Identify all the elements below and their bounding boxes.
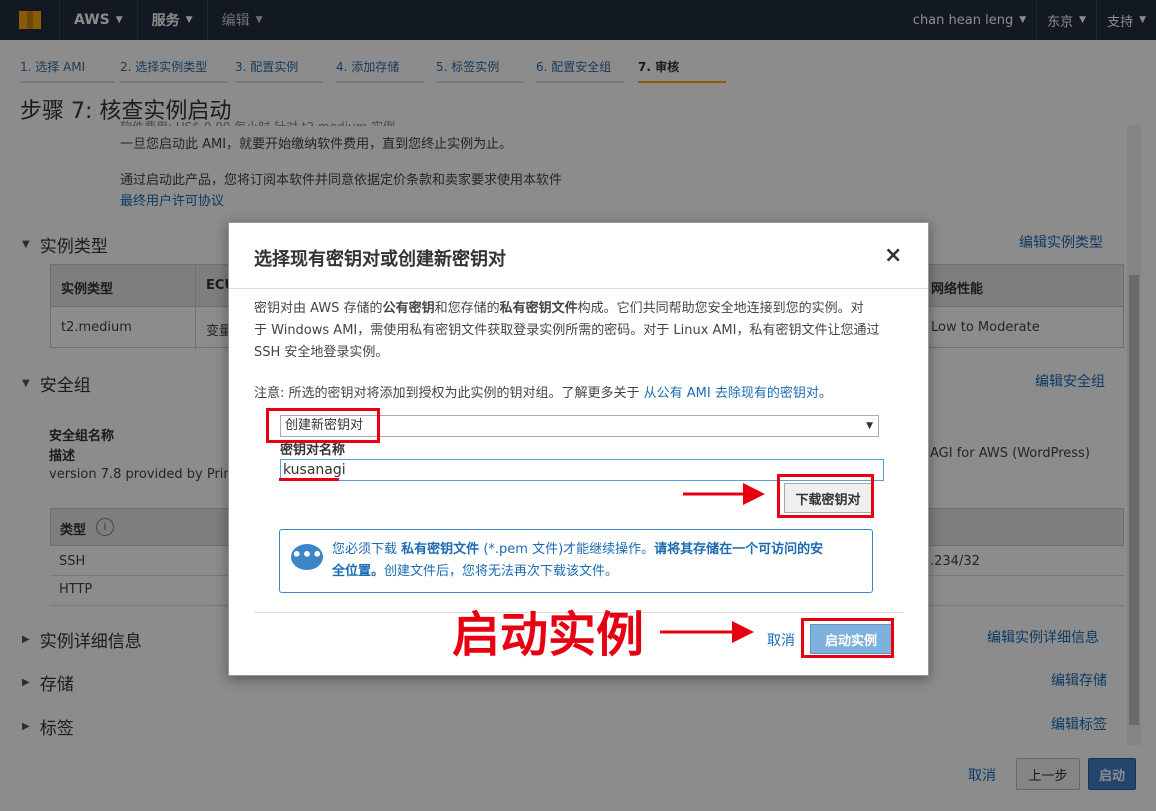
remove-keypair-link[interactable]: 从公有 AMI 去除现有的密钥对 <box>644 386 819 401</box>
info-segment: 全位置。 <box>332 564 385 579</box>
desc-text: 构成。它们共同帮助您安全地连接到您的实例。对 <box>577 301 864 316</box>
modal-description-line-2: 于 Windows AMI，需使用私有密钥文件获取登录实例所需的密码。对于 Li… <box>254 323 880 338</box>
modal-description-line-3: SSH 安全地登录实例。 <box>254 345 389 360</box>
modal-cancel-link[interactable]: 取消 <box>767 630 795 650</box>
chevron-down-icon: ▼ <box>866 421 873 431</box>
desc-private-key-file: 私有密钥文件 <box>499 301 578 316</box>
modal-note: 注意: 所选的密钥对将添加到授权为此实例的钥对组。了解更多关于 从公有 AMI … <box>254 383 832 405</box>
annotation-box-download <box>777 474 874 518</box>
info-segment: 私有密钥文件 <box>401 542 480 557</box>
info-line-2: 全位置。创建文件后，您将无法再次下载该文件。 <box>332 561 823 583</box>
arrow-right-icon <box>660 621 754 643</box>
info-segment: (*.pem 文件)才能继续操作。 <box>483 542 655 557</box>
info-text: 您必须下载 私有密钥文件 (*.pem 文件)才能继续操作。请将其存储在一个可访… <box>332 539 823 583</box>
desc-public-key: 公有密钥 <box>382 301 435 316</box>
note-end: 。 <box>818 386 832 401</box>
modal-title: 选择现有密钥对或创建新密钥对 <box>254 249 506 270</box>
info-segment: 创建文件后，您将无法再次下载该文件。 <box>384 564 619 579</box>
desc-text: 和您存储的 <box>434 301 500 316</box>
chat-bubble-icon: ••• <box>291 544 323 570</box>
annotation-label: 启动实例 <box>452 607 645 663</box>
info-alert: ••• 您必须下载 私有密钥文件 (*.pem 文件)才能继续操作。请将其存储在… <box>279 529 873 593</box>
modal-header: 选择现有密钥对或创建新密钥对 × <box>229 223 928 289</box>
desc-text: 密钥对由 AWS 存储的 <box>254 301 383 316</box>
info-line-1: 您必须下载 私有密钥文件 (*.pem 文件)才能继续操作。请将其存储在一个可访… <box>332 539 823 561</box>
annotation-box-select <box>266 408 380 443</box>
info-segment: 请将其存储在一个可访问的安 <box>654 542 824 557</box>
note-text: 注意: 所选的密钥对将添加到授权为此实例的钥对组。了解更多关于 <box>254 386 640 401</box>
close-icon[interactable]: × <box>884 243 902 268</box>
info-segment: 您必须下载 <box>332 542 398 557</box>
annotation-underline <box>279 478 339 481</box>
modal-description-line-1: 密钥对由 AWS 存储的公有密钥和您存储的私有密钥文件构成。它们共同帮助您安全地… <box>254 298 864 320</box>
arrow-right-icon <box>683 483 765 505</box>
annotation-box-launch <box>801 618 894 658</box>
